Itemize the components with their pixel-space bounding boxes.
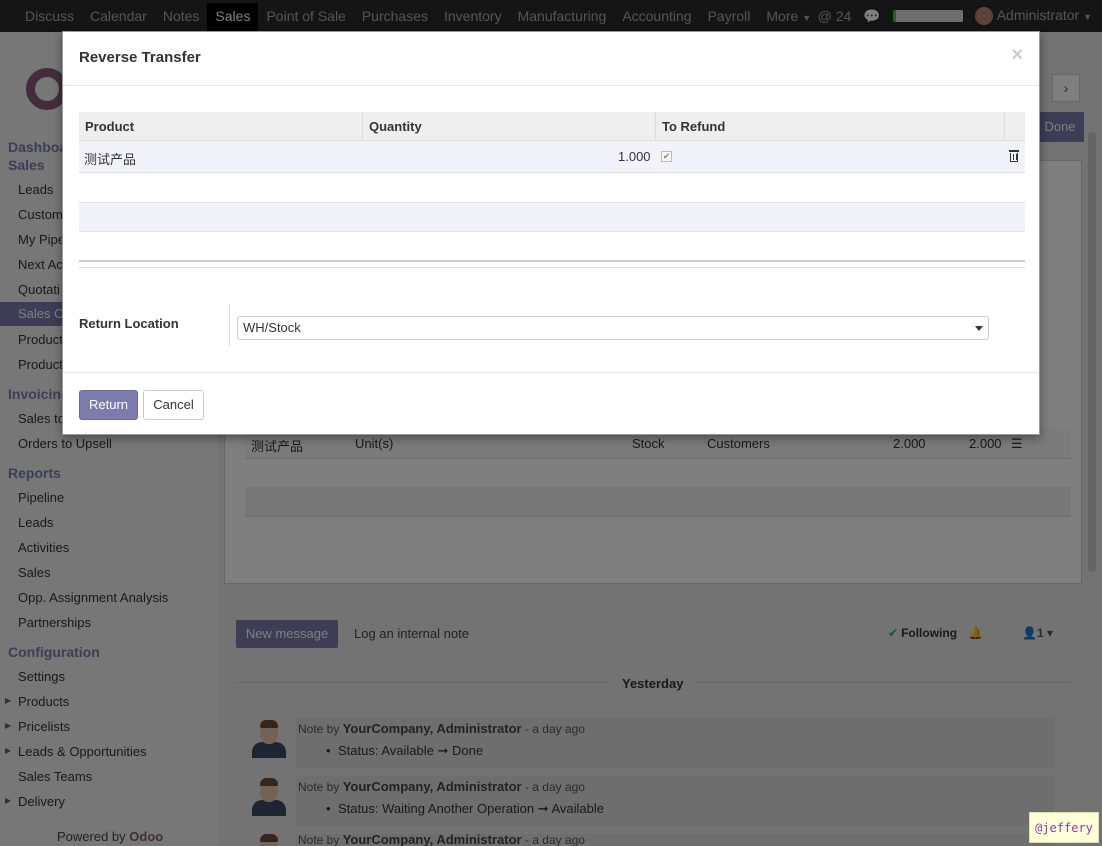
return-location-select[interactable]: WH/Stock [237,316,989,340]
cell-product[interactable]: 测试产品 [84,149,136,168]
column-header-quantity[interactable]: Quantity [363,112,656,141]
table-header: Product Quantity To Refund [79,112,1025,141]
return-button[interactable]: Return [79,390,138,420]
chevron-down-icon[interactable] [975,326,983,331]
modal-title: Reverse Transfer [79,49,201,66]
watermark-label: @jeffery [1029,812,1099,843]
field-divider [229,304,230,346]
table-empty-row [79,202,1025,232]
cancel-button[interactable]: Cancel [143,390,204,420]
table-row[interactable]: 测试产品 1.000 ✔ [79,141,1025,173]
modal-footer: Return Cancel [63,372,1039,434]
return-location-value: WH/Stock [243,320,301,335]
close-icon[interactable]: × [1011,44,1023,67]
column-header-to-refund[interactable]: To Refund [656,112,1005,141]
table-footer [79,260,1025,268]
to-refund-checkbox[interactable]: ✔ [661,151,672,162]
return-location-label: Return Location [79,316,179,331]
reverse-transfer-dialog: Reverse Transfer × Product Quantity To R… [62,31,1040,435]
cell-quantity[interactable]: 1.000 [618,149,651,164]
column-header-product[interactable]: Product [79,112,363,141]
trash-icon[interactable] [1009,150,1019,162]
modal-header: Reverse Transfer × [63,32,1039,86]
